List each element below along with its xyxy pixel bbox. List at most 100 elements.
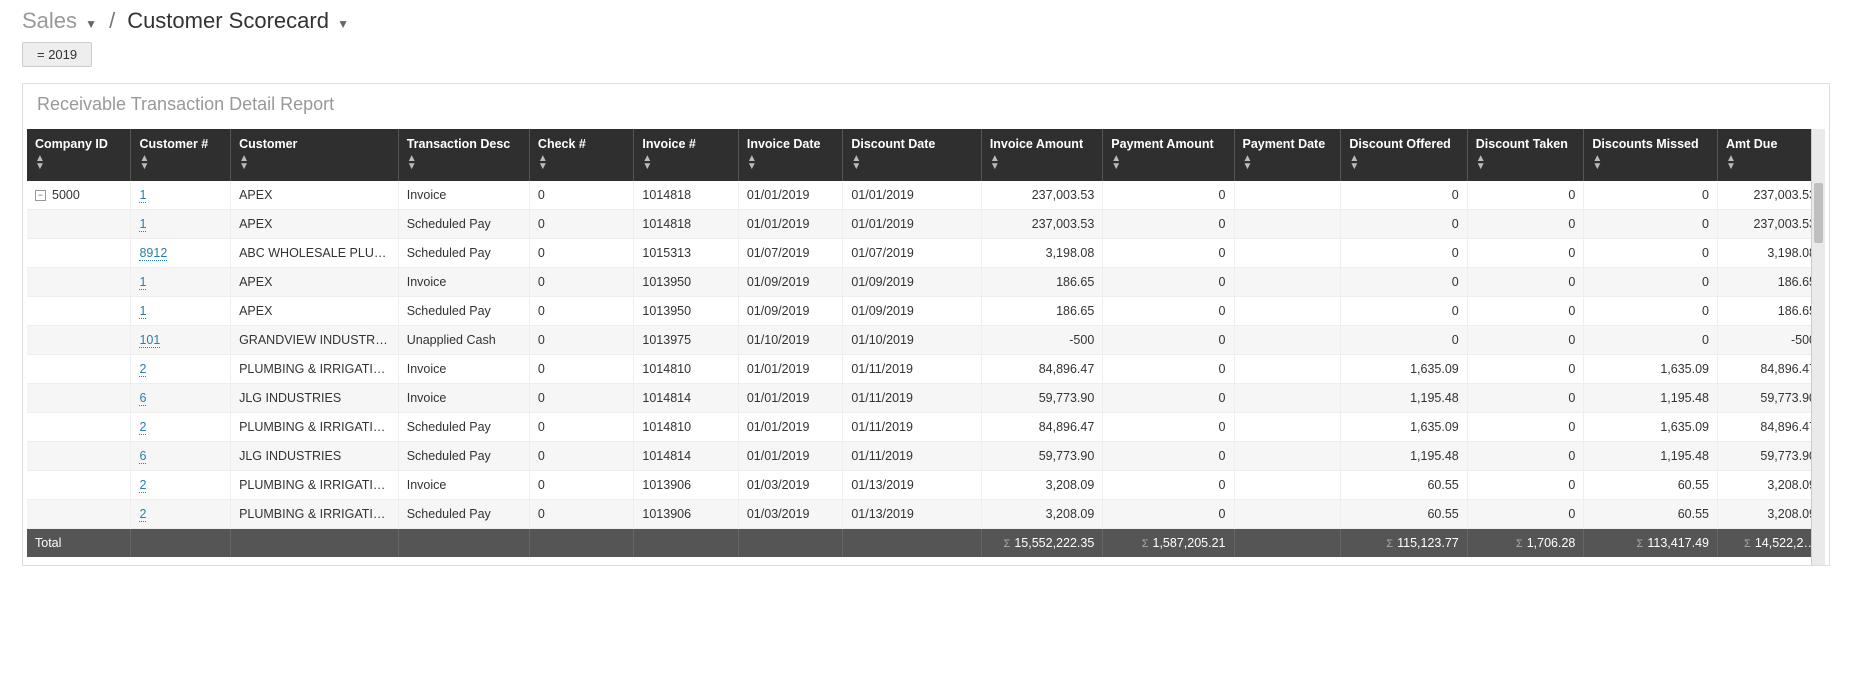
cell-customer-num: 1 xyxy=(131,181,231,210)
cell-transaction-desc: Scheduled Pay xyxy=(399,210,530,239)
cell-invoice-num: 1014814 xyxy=(634,442,738,471)
breadcrumb-page[interactable]: Customer Scorecard ▼ xyxy=(127,8,349,34)
col-discount-date[interactable]: Discount Date▲▼ xyxy=(843,129,981,181)
cell-check-num: 0 xyxy=(530,268,634,297)
cell-discount-date: 01/01/2019 xyxy=(843,181,981,210)
cell-payment-amount: 0 xyxy=(1103,326,1234,355)
cell-invoice-date: 01/01/2019 xyxy=(739,210,843,239)
panel-title: Receivable Transaction Detail Report xyxy=(23,84,1829,129)
cell-discount-date: 01/07/2019 xyxy=(843,239,981,268)
cell-discount-offered: 0 xyxy=(1341,297,1467,326)
cell-customer-num: 2 xyxy=(131,355,231,384)
customer-link[interactable]: 8912 xyxy=(139,246,167,261)
cell-discount-taken: 0 xyxy=(1468,210,1585,239)
col-payment-date[interactable]: Payment Date▲▼ xyxy=(1235,129,1342,181)
cell-payment-amount: 0 xyxy=(1103,181,1234,210)
customer-link[interactable]: 1 xyxy=(139,188,146,203)
customer-link[interactable]: 1 xyxy=(139,275,146,290)
cell-payment-amount: 0 xyxy=(1103,442,1234,471)
col-payment-amount[interactable]: Payment Amount▲▼ xyxy=(1103,129,1234,181)
cell-customer-num: 101 xyxy=(131,326,231,355)
cell-amt-due: 237,003.53 xyxy=(1718,181,1825,210)
cell-customer-num: 2 xyxy=(131,471,231,500)
customer-link[interactable]: 6 xyxy=(139,391,146,406)
cell-amt-due: 3,208.09 xyxy=(1718,500,1825,529)
col-invoice-num[interactable]: Invoice #▲▼ xyxy=(634,129,738,181)
cell-company-id xyxy=(27,384,131,413)
sort-icon[interactable]: ▲▼ xyxy=(747,155,834,171)
table-row: 101GRANDVIEW INDUSTRIALUnapplied Cash010… xyxy=(27,326,1825,355)
sort-icon[interactable]: ▲▼ xyxy=(1349,155,1458,171)
sort-icon[interactable]: ▲▼ xyxy=(1726,155,1816,171)
cell-invoice-num: 1013950 xyxy=(634,268,738,297)
table-row: 2PLUMBING & IRRIGATI…Invoice0101481001/0… xyxy=(27,355,1825,384)
data-table: Company ID▲▼ Customer #▲▼ Customer▲▼ Tra… xyxy=(27,129,1825,557)
customer-link[interactable]: 2 xyxy=(139,507,146,522)
cell-transaction-desc: Unapplied Cash xyxy=(399,326,530,355)
col-discount-offered[interactable]: Discount Offered▲▼ xyxy=(1341,129,1467,181)
cell-company-id xyxy=(27,239,131,268)
breadcrumb-module[interactable]: Sales ▼ xyxy=(22,8,97,34)
sort-icon[interactable]: ▲▼ xyxy=(642,155,729,171)
customer-link[interactable]: 2 xyxy=(139,478,146,493)
sort-icon[interactable]: ▲▼ xyxy=(1592,155,1709,171)
cell-payment-date xyxy=(1235,181,1342,210)
customer-link[interactable]: 101 xyxy=(139,333,160,348)
chevron-down-icon: ▼ xyxy=(85,17,97,31)
col-invoice-date[interactable]: Invoice Date▲▼ xyxy=(739,129,843,181)
customer-link[interactable]: 2 xyxy=(139,420,146,435)
cell-payment-date xyxy=(1235,471,1342,500)
cell-amt-due: 84,896.47 xyxy=(1718,355,1825,384)
customer-link[interactable]: 6 xyxy=(139,449,146,464)
cell-amt-due: 3,208.09 xyxy=(1718,471,1825,500)
vertical-scrollbar[interactable] xyxy=(1811,129,1825,565)
totals-discount-offered: Σ115,123.77 xyxy=(1341,529,1467,557)
cell-discount-date: 01/09/2019 xyxy=(843,268,981,297)
cell-invoice-amount: 237,003.53 xyxy=(982,181,1103,210)
col-customer[interactable]: Customer▲▼ xyxy=(231,129,399,181)
sort-icon[interactable]: ▲▼ xyxy=(35,155,122,171)
sort-icon[interactable]: ▲▼ xyxy=(239,155,390,171)
cell-customer-name: APEX xyxy=(231,181,399,210)
sort-icon[interactable]: ▲▼ xyxy=(538,155,625,171)
filter-year-chip[interactable]: = 2019 xyxy=(22,42,92,67)
col-company-id[interactable]: Company ID▲▼ xyxy=(27,129,131,181)
table-row: 2PLUMBING & IRRIGATI…Invoice0101390601/0… xyxy=(27,471,1825,500)
cell-transaction-desc: Invoice xyxy=(399,355,530,384)
customer-link[interactable]: 2 xyxy=(139,362,146,377)
collapse-icon[interactable]: − xyxy=(35,190,46,201)
sort-icon[interactable]: ▲▼ xyxy=(407,155,521,171)
col-discount-taken[interactable]: Discount Taken▲▼ xyxy=(1468,129,1585,181)
sort-icon[interactable]: ▲▼ xyxy=(851,155,972,171)
table-row: 1APEXInvoice0101395001/09/201901/09/2019… xyxy=(27,268,1825,297)
col-transaction-desc[interactable]: Transaction Desc▲▼ xyxy=(399,129,530,181)
col-amt-due[interactable]: Amt Due▲▼ xyxy=(1718,129,1825,181)
cell-invoice-num: 1014818 xyxy=(634,181,738,210)
col-discounts-missed[interactable]: Discounts Missed▲▼ xyxy=(1584,129,1718,181)
sort-icon[interactable]: ▲▼ xyxy=(1111,155,1225,171)
customer-link[interactable]: 1 xyxy=(139,304,146,319)
cell-invoice-amount: 59,773.90 xyxy=(982,442,1103,471)
customer-link[interactable]: 1 xyxy=(139,217,146,232)
sort-icon[interactable]: ▲▼ xyxy=(139,155,222,171)
col-invoice-amount[interactable]: Invoice Amount▲▼ xyxy=(982,129,1103,181)
cell-transaction-desc: Invoice xyxy=(399,471,530,500)
cell-discount-offered: 0 xyxy=(1341,239,1467,268)
cell-customer-num: 6 xyxy=(131,384,231,413)
table-row: 8912ABC WHOLESALE PLU…Scheduled Pay01015… xyxy=(27,239,1825,268)
cell-discounts-missed: 0 xyxy=(1584,326,1718,355)
cell-invoice-num: 1013906 xyxy=(634,500,738,529)
cell-discount-date: 01/13/2019 xyxy=(843,471,981,500)
cell-customer-name: APEX xyxy=(231,268,399,297)
cell-invoice-amount: 3,198.08 xyxy=(982,239,1103,268)
sort-icon[interactable]: ▲▼ xyxy=(990,155,1094,171)
chevron-down-icon: ▼ xyxy=(337,17,349,31)
sort-icon[interactable]: ▲▼ xyxy=(1243,155,1333,171)
cell-discount-taken: 0 xyxy=(1468,268,1585,297)
breadcrumb-separator: / xyxy=(103,8,121,34)
col-customer-num[interactable]: Customer #▲▼ xyxy=(131,129,231,181)
col-check-num[interactable]: Check #▲▼ xyxy=(530,129,634,181)
sort-icon[interactable]: ▲▼ xyxy=(1476,155,1576,171)
cell-invoice-amount: 84,896.47 xyxy=(982,413,1103,442)
cell-invoice-amount: 186.65 xyxy=(982,268,1103,297)
